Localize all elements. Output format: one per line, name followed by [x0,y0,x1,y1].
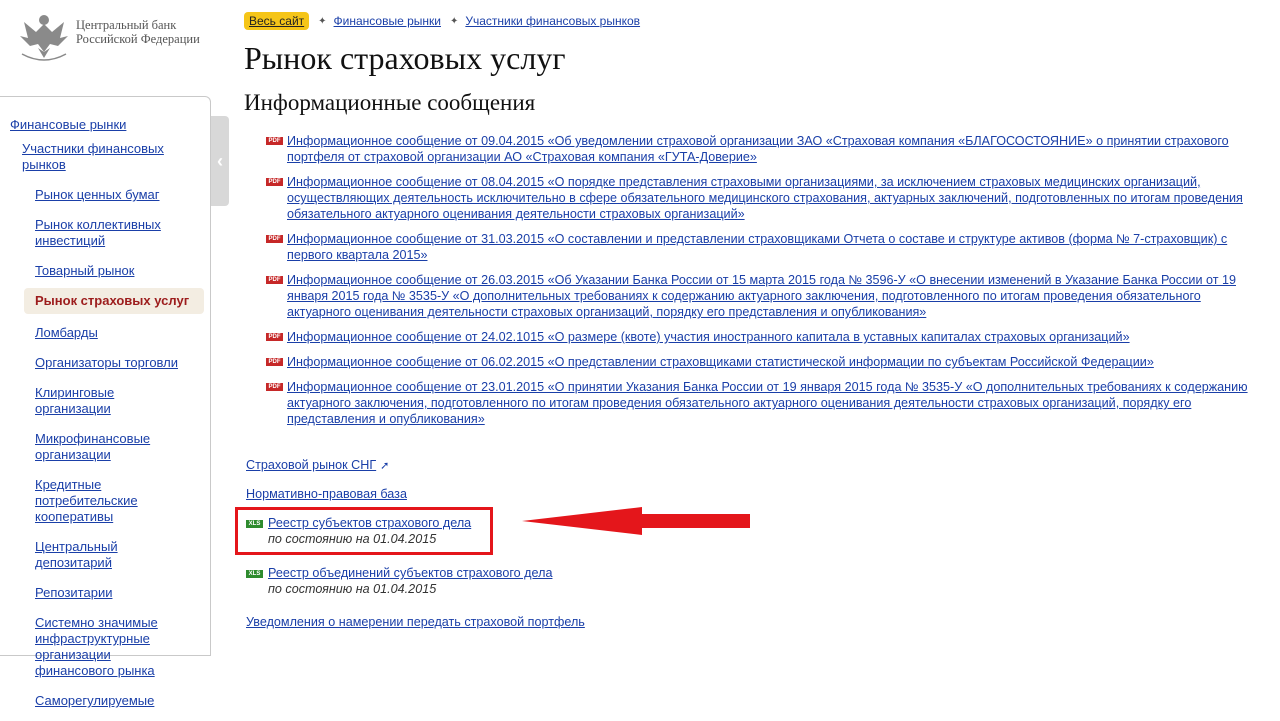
messages-list: PDF Информационное сообщение от 09.04.201… [266,133,1266,436]
message-link[interactable]: Информационное сообщение от 23.01.2015 «… [287,380,1248,426]
list-item: PDF Информационное сообщение от 06.02.201… [266,354,1266,370]
message-link[interactable]: Информационное сообщение от 08.04.2015 «… [287,175,1243,221]
registry-associations-link[interactable]: Реестр объединений субъектов страхового … [268,566,552,580]
logo-line-1: Центральный банк [76,18,177,32]
breadcrumb-market-participants[interactable]: Участники финансовых рынков [465,14,640,28]
xls-icon: XLS [246,569,263,578]
sidebar-item-microfinance[interactable]: Микрофинансовые организации [24,429,204,465]
message-link[interactable]: Информационное сообщение от 06.02.2015 «… [287,355,1154,369]
list-item: PDF Информационное сообщение от 24.02.101… [266,329,1266,345]
registry-associations: XLS Реестр объединений субъектов страхово… [246,566,552,596]
red-arrow-icon [522,507,750,535]
message-link[interactable]: Информационное сообщение от 31.03.2015 «… [287,232,1227,262]
list-item: PDF Информационное сообщение от 26.03.201… [266,272,1266,320]
breadcrumb-separator-icon: ✦ [449,15,459,27]
sidebar-item-securities-market[interactable]: Рынок ценных бумаг [24,185,204,205]
sidebar-item-self-regulated[interactable]: Саморегулируемые [24,691,204,711]
home-button[interactable]: Весь сайт [244,12,310,30]
section-title: Информационные сообщения [244,90,536,115]
chevron-left-icon: ‹ [217,150,223,171]
registry-associations-date: по состоянию на 01.04.2015 [268,582,437,596]
cis-market-row: Страховой рынок СНГ ➚ [246,458,389,472]
cis-market-link[interactable]: Страховой рынок СНГ [246,458,376,472]
pdf-icon: PDF [266,358,283,366]
sidebar-item-systemic-infrastructure[interactable]: Системно значимые инфраструктурные орган… [24,613,204,681]
sidebar-menu: Рынок ценных бумаг Рынок коллективных ин… [24,185,204,721]
sidebar-item-commodity-market[interactable]: Товарный рынок [24,261,204,281]
message-link[interactable]: Информационное сообщение от 09.04.2015 «… [287,134,1229,164]
external-link-icon: ➚ [380,460,390,472]
sidebar-item-central-depository[interactable]: Центральный депозитарий [24,537,204,573]
pdf-icon: PDF [266,276,283,284]
sidebar-parent-link[interactable]: Участники финансовых рынков [22,141,192,173]
sidebar-item-clearing-organizations[interactable]: Клиринговые организации [24,383,204,419]
sidebar-item-trade-organizers[interactable]: Организаторы торговли [24,353,204,373]
page-title: Рынок страховых услуг [244,40,566,76]
bank-logo[interactable]: Центральный банк Российской Федерации [16,8,216,64]
sidebar-item-pawnshops[interactable]: Ломбарды [24,323,204,343]
list-item: PDF Информационное сообщение от 23.01.201… [266,379,1266,427]
sidebar: Финансовые рынки Участники финансовых ры… [0,96,211,708]
pdf-icon: PDF [266,383,283,391]
notice-transfer-link[interactable]: Уведомления о намерении передать страхов… [246,615,585,629]
pdf-icon: PDF [266,333,283,341]
pdf-icon: PDF [266,137,283,145]
regulatory-base-link[interactable]: Нормативно-правовая база [246,487,407,501]
notice-transfer-row: Уведомления о намерении передать страхов… [246,615,585,629]
eagle-emblem-icon [20,15,68,61]
list-item: PDF Информационное сообщение от 31.03.201… [266,231,1266,263]
sidebar-root-link[interactable]: Финансовые рынки [10,117,126,132]
breadcrumb: Весь сайт ✦ Финансовые рынки ✦ Участники… [244,12,640,30]
logo-line-2: Российской Федерации [76,32,200,46]
pdf-icon: PDF [266,235,283,243]
sidebar-item-repositories[interactable]: Репозитарии [24,583,204,603]
list-item: PDF Информационное сообщение от 08.04.201… [266,174,1266,222]
regulatory-base-row: Нормативно-правовая база [246,487,407,501]
pdf-icon: PDF [266,178,283,186]
sidebar-item-credit-cooperatives[interactable]: Кредитные потребительские кооперативы [24,475,204,527]
breadcrumb-separator-icon: ✦ [318,15,327,27]
message-link[interactable]: Информационное сообщение от 24.02.1015 «… [287,330,1130,344]
highlight-box [235,507,493,555]
sidebar-item-insurance-market[interactable]: Рынок страховых услуг [24,288,204,314]
sidebar-item-collective-investments[interactable]: Рынок коллективных инвестиций [24,215,204,251]
list-item: PDF Информационное сообщение от 09.04.201… [266,133,1266,165]
sidebar-collapse-button[interactable]: ‹ [211,116,229,206]
message-link[interactable]: Информационное сообщение от 26.03.2015 «… [287,273,1236,319]
breadcrumb-financial-markets[interactable]: Финансовые рынки [334,14,441,28]
